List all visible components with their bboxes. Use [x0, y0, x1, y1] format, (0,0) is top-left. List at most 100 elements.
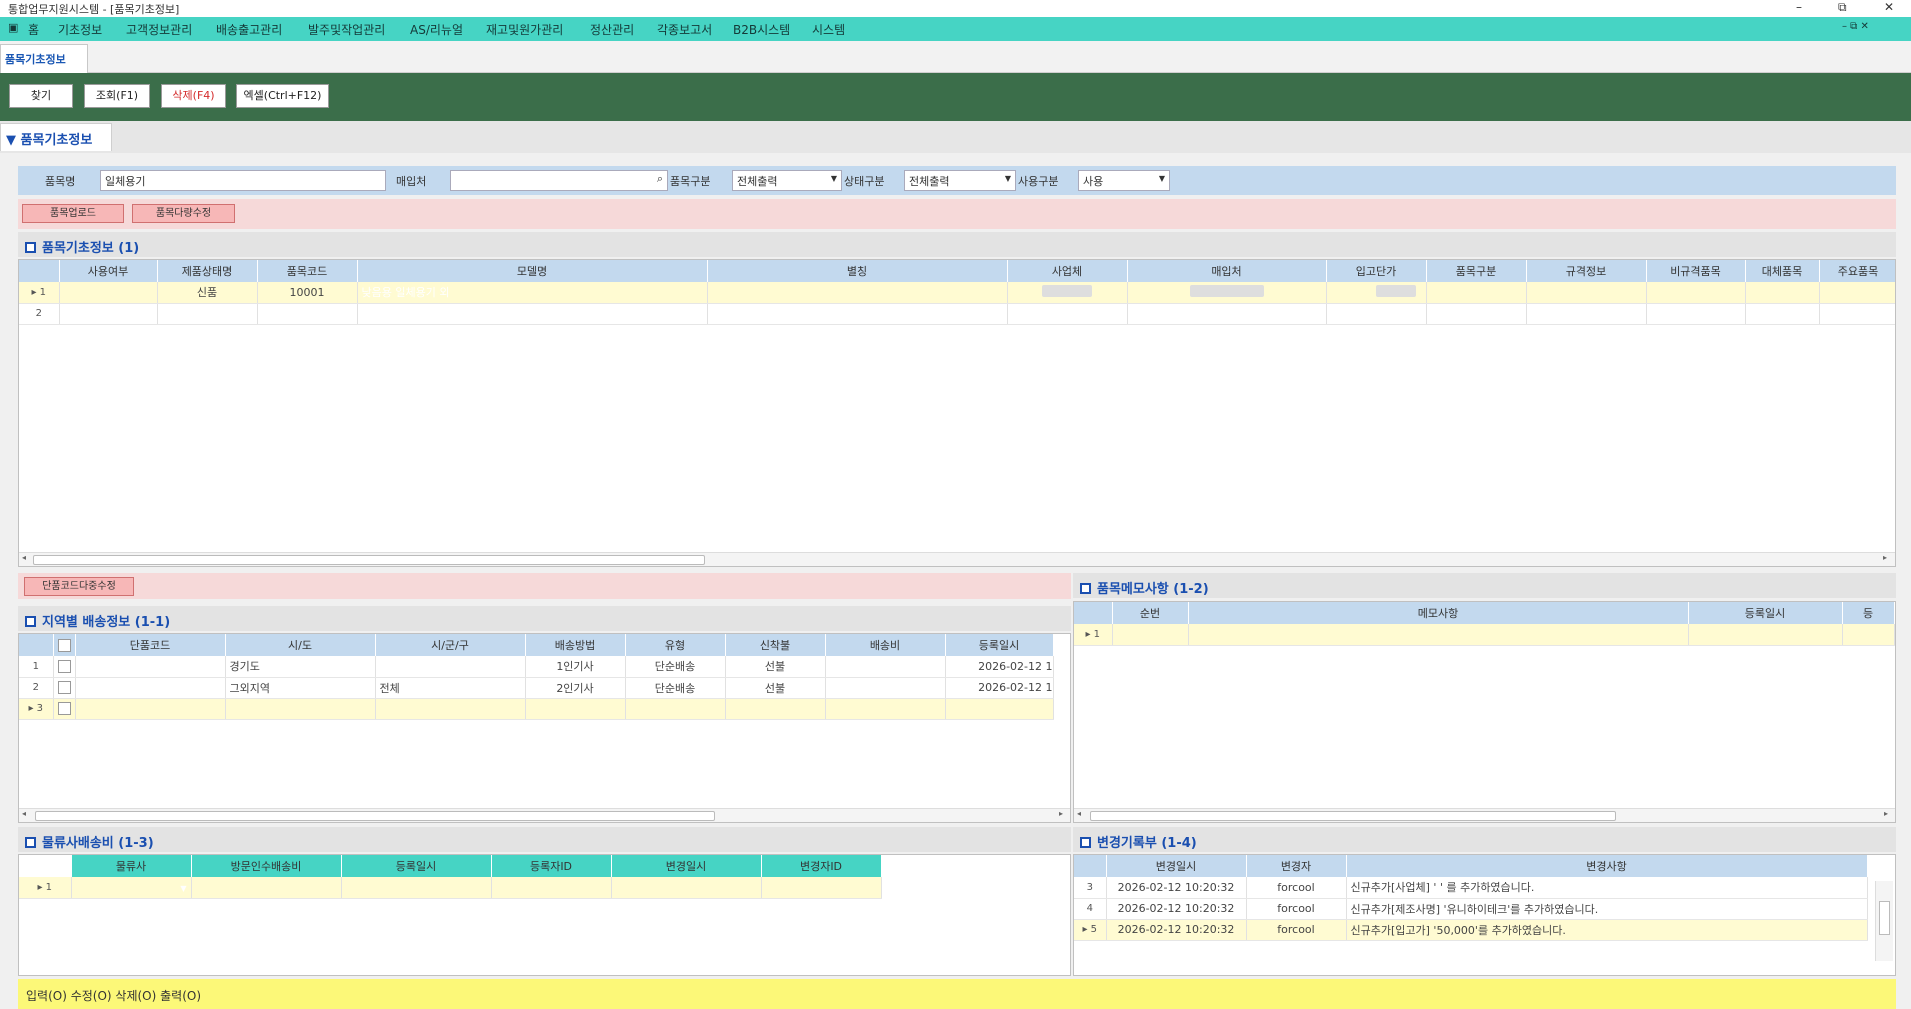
table-cell[interactable]: [225, 698, 376, 720]
table-cell[interactable]: forcool: [1246, 877, 1347, 899]
menu-settlement[interactable]: 정산관리: [590, 21, 634, 38]
use-select[interactable]: 사용 ▼: [1078, 170, 1170, 191]
table-cell[interactable]: [1819, 282, 1895, 304]
item-bulk-edit-button[interactable]: 품목다량수정: [132, 204, 235, 223]
row-checkbox[interactable]: [57, 702, 71, 716]
table-cell[interactable]: 신규추가[제조사명] '유니하이테크'를 추가하였습니다.: [1346, 898, 1868, 920]
delete-button[interactable]: 삭제(F4): [161, 84, 226, 108]
col-header[interactable]: 배송비: [825, 634, 946, 656]
table-row[interactable]: 3 2026-02-12 10:20:32 forcool 신규추가[사업체] …: [1074, 877, 1868, 899]
item-upload-button[interactable]: 품목업로드: [22, 204, 124, 223]
table-cell[interactable]: 2026-02-12 1: [945, 656, 1054, 678]
table-row[interactable]: 2: [19, 303, 1895, 325]
col-header[interactable]: 변경일시: [1106, 855, 1247, 877]
col-header[interactable]: 대체품목: [1745, 260, 1820, 282]
table-row[interactable]: ▸ 3: [19, 698, 1054, 720]
table-cell[interactable]: [825, 656, 946, 678]
table-cell[interactable]: [1127, 303, 1327, 325]
menu-reports[interactable]: 각종보고서: [657, 21, 712, 38]
close-button[interactable]: ✕: [1884, 0, 1894, 14]
excel-button[interactable]: 엑셀(Ctrl+F12): [236, 84, 329, 108]
table-cell[interactable]: [1112, 624, 1189, 646]
col-header[interactable]: 메모사항: [1188, 602, 1689, 624]
search-icon[interactable]: ⌕: [657, 172, 663, 186]
table-cell[interactable]: [1007, 282, 1128, 304]
table-cell[interactable]: [1426, 303, 1527, 325]
status-select[interactable]: 전체출력 ▼: [904, 170, 1016, 191]
table-row[interactable]: ▸ 1 신품 10001 낮음용 일체용기 외: [19, 282, 1895, 304]
main-grid-hscroll[interactable]: ◂ ▸: [19, 552, 1895, 566]
purchaser-input[interactable]: ⌕: [450, 170, 668, 191]
col-header[interactable]: 시/군/구: [375, 634, 526, 656]
col-header[interactable]: 모델명: [357, 260, 708, 282]
table-cell[interactable]: [375, 698, 526, 720]
scroll-right-icon[interactable]: ▸: [1059, 809, 1063, 818]
table-cell[interactable]: [341, 877, 492, 899]
table-cell[interactable]: [75, 677, 226, 699]
table-row[interactable]: ▸ 5 2026-02-12 10:20:32 forcool 신규추가[입고가…: [1074, 919, 1868, 941]
menu-system[interactable]: 시스템: [812, 21, 845, 38]
table-cell[interactable]: [1688, 624, 1843, 646]
table-cell[interactable]: [1326, 303, 1427, 325]
table-cell[interactable]: [375, 656, 526, 678]
table-row[interactable]: ▸ 1: [1074, 624, 1895, 646]
history-vscroll[interactable]: [1875, 881, 1893, 961]
table-cell[interactable]: 선불: [725, 677, 826, 699]
table-cell[interactable]: [1646, 282, 1746, 304]
scroll-left-icon[interactable]: ◂: [22, 553, 26, 562]
table-row[interactable]: 4 2026-02-12 10:20:32 forcool 신규추가[제조사명]…: [1074, 898, 1868, 920]
collapse-icon[interactable]: [1080, 583, 1091, 594]
region-grid-hscroll[interactable]: ◂ ▸: [19, 808, 1070, 822]
table-cell[interactable]: [1526, 282, 1647, 304]
col-header[interactable]: 별칭: [707, 260, 1008, 282]
table-cell[interactable]: 그외지역: [225, 677, 376, 699]
col-header[interactable]: 규격정보: [1526, 260, 1647, 282]
item-type-select[interactable]: 전체출력 ▼: [732, 170, 842, 191]
table-cell[interactable]: 2026-02-12 1: [945, 677, 1054, 699]
col-header[interactable]: 품목코드: [257, 260, 358, 282]
table-cell[interactable]: [1745, 303, 1820, 325]
table-cell[interactable]: [525, 698, 626, 720]
section-title[interactable]: ▼ 품목기초정보: [0, 123, 112, 151]
col-header[interactable]: 물류사: [71, 855, 192, 877]
table-cell[interactable]: 10001: [257, 282, 358, 304]
table-cell[interactable]: [257, 303, 358, 325]
menu-as[interactable]: AS/리뉴얼: [410, 21, 463, 38]
table-cell[interactable]: 신품: [157, 282, 258, 304]
table-cell[interactable]: [357, 303, 708, 325]
table-cell[interactable]: 2026-02-12 10:20:32: [1106, 898, 1247, 920]
col-header[interactable]: 사업체: [1007, 260, 1128, 282]
table-cell[interactable]: [1745, 282, 1820, 304]
table-cell[interactable]: 신규추가[입고가] '50,000'를 추가하였습니다.: [1346, 919, 1868, 941]
table-cell[interactable]: [1526, 303, 1647, 325]
table-cell[interactable]: 1인기사: [525, 656, 626, 678]
minimize-button[interactable]: –: [1796, 0, 1802, 14]
collapse-icon[interactable]: [25, 837, 36, 848]
col-header[interactable]: 등록자ID: [491, 855, 612, 877]
col-header[interactable]: 매입처: [1127, 260, 1327, 282]
table-cell[interactable]: 단순배송: [625, 677, 726, 699]
menu-basic-info[interactable]: 기초정보: [58, 21, 102, 38]
scroll-thumb[interactable]: [1879, 901, 1890, 935]
collapse-icon[interactable]: [1080, 837, 1091, 848]
scroll-left-icon[interactable]: ◂: [1077, 809, 1081, 818]
maximize-button[interactable]: ⧉: [1838, 0, 1847, 15]
collapse-icon[interactable]: [25, 242, 36, 253]
col-header[interactable]: 등록일시: [945, 634, 1054, 656]
col-header[interactable]: 품목구분: [1426, 260, 1527, 282]
table-row[interactable]: 2 그외지역 전체 2인기사 단순배송 선불 2026-02-12 1: [19, 677, 1054, 699]
table-cell[interactable]: [191, 877, 342, 899]
select-all-checkbox[interactable]: [57, 638, 71, 652]
col-header[interactable]: 제품상태명: [157, 260, 258, 282]
table-cell[interactable]: 2026-02-12 10:20:32: [1106, 919, 1247, 941]
col-header[interactable]: 비규격품목: [1646, 260, 1746, 282]
col-header[interactable]: 변경일시: [611, 855, 762, 877]
table-cell[interactable]: 2026-02-12 10:20:32: [1106, 877, 1247, 899]
menu-home[interactable]: 홈: [28, 21, 39, 38]
col-header[interactable]: 등록일시: [1688, 602, 1843, 624]
find-button[interactable]: 찾기: [9, 84, 73, 108]
table-cell[interactable]: [59, 303, 158, 325]
menu-shipping[interactable]: 배송출고관리: [216, 21, 282, 38]
table-cell[interactable]: [625, 698, 726, 720]
table-cell[interactable]: 전체: [375, 677, 526, 699]
